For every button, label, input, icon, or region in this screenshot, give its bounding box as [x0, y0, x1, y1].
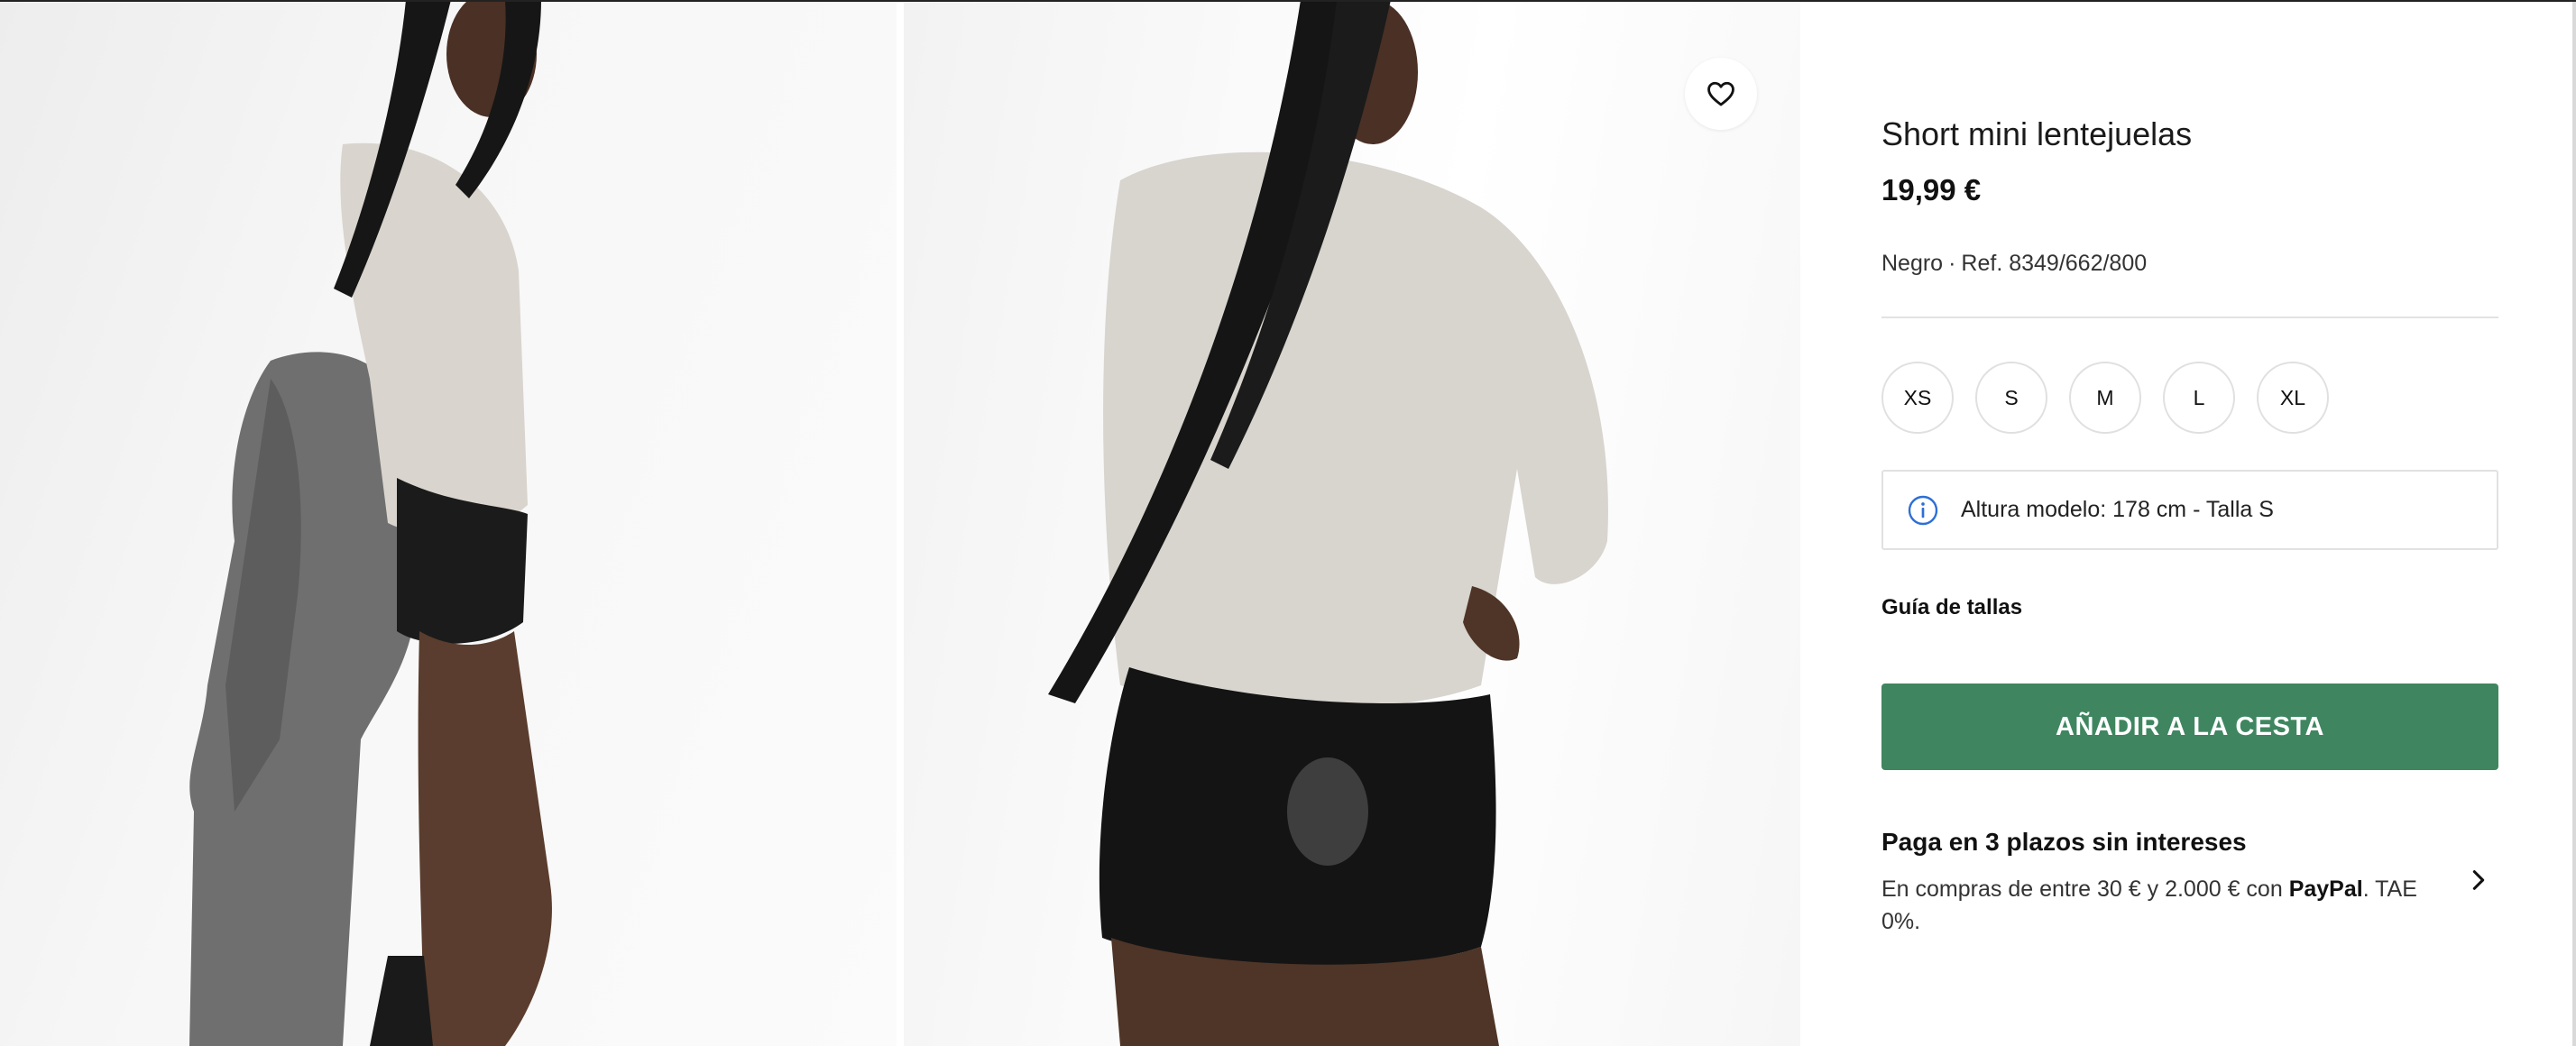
size-option-m[interactable]: M: [2069, 362, 2141, 434]
installments-title: Paga en 3 plazos sin intereses: [1881, 828, 2247, 856]
size-option-xs[interactable]: XS: [1881, 362, 1954, 434]
size-option-xl[interactable]: XL: [2257, 362, 2329, 434]
model-info-box: Altura modelo: 178 cm - Talla S: [1881, 470, 2498, 550]
product-image-front[interactable]: [0, 0, 897, 1046]
wishlist-button[interactable]: [1685, 58, 1757, 130]
model-info-text: Altura modelo: 178 cm - Talla S: [1961, 497, 2274, 522]
meta-separator: ·: [1948, 251, 1956, 276]
chevron-right-icon[interactable]: [2466, 867, 2491, 893]
info-icon: [1908, 495, 1938, 525]
product-image-back[interactable]: [904, 0, 1800, 1046]
model-photo-1: [189, 0, 552, 1046]
installments-description: En compras de entre 30 € y 2.000 € con P…: [1881, 873, 2423, 938]
product-meta: Negro · Ref. 8349/662/800: [1881, 251, 2147, 277]
installments-text-before: En compras de entre 30 € y 2.000 € con: [1881, 876, 2289, 902]
heart-icon: [1707, 81, 1734, 106]
product-color: Negro: [1881, 251, 1944, 276]
top-border: [0, 0, 2576, 2]
add-to-cart-button[interactable]: AÑADIR A LA CESTA: [1881, 684, 2498, 770]
size-guide-link[interactable]: Guía de tallas: [1881, 595, 2022, 620]
scrollbar[interactable]: [2572, 0, 2576, 1046]
product-info-panel: Short mini lentejuelas 19,99 € Negro · Ref…: [1881, 0, 2498, 1046]
size-selector: XS S M L XL: [1881, 362, 2329, 434]
divider: [1881, 317, 2498, 318]
size-option-s[interactable]: S: [1975, 362, 2047, 434]
model-photo-2: [1048, 0, 1608, 1046]
installments-banner[interactable]: Paga en 3 plazos sin intereses En compra…: [1881, 828, 2498, 936]
product-gallery: [0, 0, 1800, 1046]
product-price: 19,99 €: [1881, 173, 1982, 206]
paypal-brand: PayPal: [2288, 876, 2363, 902]
product-title: Short mini lentejuelas: [1881, 115, 2193, 152]
size-option-l[interactable]: L: [2163, 362, 2235, 434]
product-reference: Ref. 8349/662/800: [1961, 251, 2148, 276]
